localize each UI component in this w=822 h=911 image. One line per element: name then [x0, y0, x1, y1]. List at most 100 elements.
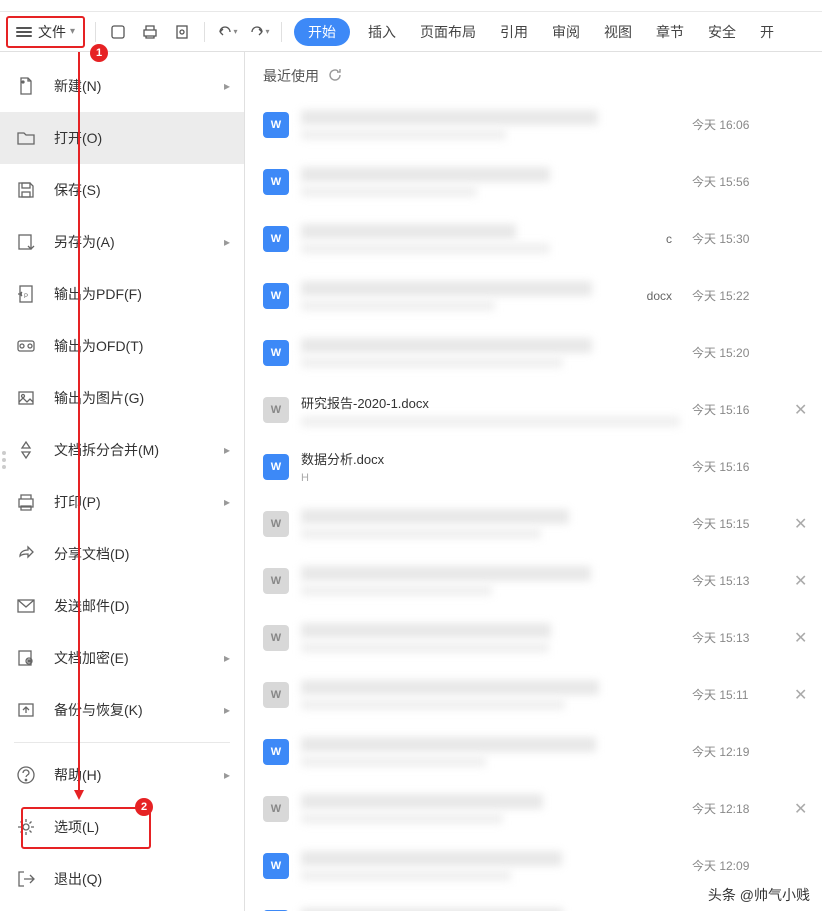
file-menu-button[interactable]: 文件 ▾ — [6, 16, 85, 48]
recent-file-row[interactable]: W今天 15:13✕ — [263, 609, 810, 666]
ofd-icon — [14, 334, 38, 358]
file-path-label — [301, 129, 506, 140]
svg-text:P: P — [24, 294, 28, 300]
ribbon-tab[interactable]: 章节 — [644, 18, 696, 46]
word-doc-icon: W — [263, 454, 289, 480]
backup-item[interactable]: 备份与恢复(K) ▸ — [0, 684, 244, 736]
send-mail-item[interactable]: 发送邮件(D) — [0, 580, 244, 632]
file-name-label: 研究报告-2020-1.docx — [301, 393, 680, 412]
word-doc-icon: W — [263, 169, 289, 195]
recent-file-row[interactable]: W今天 12:18✕ — [263, 780, 810, 837]
home-icon[interactable] — [106, 20, 130, 44]
recent-file-row[interactable]: W 今天 15:56 — [263, 153, 810, 210]
ribbon-tab-start[interactable]: 开始 — [294, 18, 350, 46]
exit-item[interactable]: 退出(Q) — [0, 853, 244, 905]
saveas-item[interactable]: 另存为(A)▸ — [0, 216, 244, 268]
chevron-right-icon: ▸ — [224, 235, 230, 249]
file-path-label — [301, 756, 486, 767]
ribbon-tab[interactable]: 视图 — [592, 18, 644, 46]
main-toolbar: 文件 ▾ ▾ ▾ 开始 插入页面布局引用审阅视图章节安全开 — [0, 12, 822, 52]
document-tabs-bar — [0, 0, 822, 12]
ribbon-tab[interactable]: 页面布局 — [408, 18, 488, 46]
menu-item-label: 备份与恢复(K) — [54, 700, 143, 720]
annotation-arrow-head — [74, 790, 84, 800]
file-name-label: 数据分析.docx — [301, 449, 680, 468]
save-item[interactable]: 保存(S) — [0, 164, 244, 216]
split-merge-item[interactable]: 文档拆分合并(M)▸ — [0, 424, 244, 476]
annotation-arrow-line — [78, 52, 80, 792]
lock-icon — [14, 646, 38, 670]
file-date-label: 今天 15:13 — [692, 572, 782, 589]
redo-icon[interactable]: ▾ — [247, 20, 271, 44]
file-plus-icon — [14, 74, 38, 98]
help-item[interactable]: 帮助(H)▸ — [0, 749, 244, 801]
file-menu-panel: 新建(N)▸打开(O)保存(S)另存为(A)▸P输出为PDF(F)输出为OFD(… — [0, 52, 245, 911]
ribbon-tab[interactable]: 引用 — [488, 18, 540, 46]
share-item[interactable]: 分享文档(D) — [0, 528, 244, 580]
export-pdf-item[interactable]: P输出为PDF(F) — [0, 268, 244, 320]
pdf-icon: P — [14, 282, 38, 306]
file-date-label: 今天 15:11 — [692, 686, 782, 703]
export-img-item[interactable]: 输出为图片(G) — [0, 372, 244, 424]
doc-icon: W — [263, 397, 289, 423]
chevron-down-icon: ▾ — [70, 26, 75, 37]
recent-file-row[interactable]: Wdocx今天 15:22 — [263, 267, 810, 324]
file-date-label: 今天 15:16 — [692, 458, 782, 475]
recent-file-row[interactable]: W今天 15:13✕ — [263, 552, 810, 609]
chevron-right-icon: ▸ — [224, 79, 230, 93]
print-quick-icon[interactable] — [138, 20, 162, 44]
ribbon-tab[interactable]: 审阅 — [540, 18, 592, 46]
recent-file-row[interactable]: W今天 15:15✕ — [263, 495, 810, 552]
recent-file-row[interactable]: W今天 12:19 — [263, 723, 810, 780]
print-item[interactable]: 打印(P)▸ — [0, 476, 244, 528]
doc-icon: W — [263, 796, 289, 822]
file-path-label — [301, 870, 511, 881]
refresh-icon[interactable] — [327, 67, 343, 86]
file-name-label — [301, 851, 562, 866]
doc-icon: W — [263, 625, 289, 651]
close-icon[interactable]: ✕ — [794, 685, 810, 705]
ribbon-tab[interactable]: 安全 — [696, 18, 748, 46]
file-name-label — [301, 680, 599, 695]
save-icon — [14, 178, 38, 202]
recent-file-row[interactable]: W今天 15:11✕ — [263, 666, 810, 723]
recent-file-row[interactable]: W数据分析.docxH今天 15:16 — [263, 438, 810, 495]
options-item[interactable]: 选项(L) — [0, 801, 244, 853]
close-icon[interactable]: ✕ — [794, 514, 810, 534]
chevron-right-icon: ▸ — [224, 703, 230, 717]
help-icon — [14, 763, 38, 787]
file-date-label: 今天 15:16 — [692, 401, 782, 418]
undo-icon[interactable]: ▾ — [215, 20, 239, 44]
recent-file-row[interactable]: W今天 16:06 — [263, 96, 810, 153]
chevron-right-icon: ▸ — [224, 443, 230, 457]
menu-item-label: 输出为图片(G) — [54, 388, 144, 408]
recent-file-row[interactable]: W今天 15:20 — [263, 324, 810, 381]
ribbon-tab[interactable]: 插入 — [356, 18, 408, 46]
print-icon — [14, 490, 38, 514]
file-date-label: 今天 15:20 — [692, 344, 782, 361]
recent-file-row[interactable]: W 研究报告-2020-1.docx 今天 15:16 ✕ — [263, 381, 810, 438]
file-name-label — [301, 110, 598, 125]
export-ofd-item[interactable]: 输出为OFD(T) — [0, 320, 244, 372]
close-icon[interactable]: ✕ — [794, 571, 810, 591]
recent-file-row[interactable]: Wc今天 15:30 — [263, 210, 810, 267]
file-name-label — [301, 908, 563, 911]
close-icon[interactable]: ✕ — [794, 400, 810, 420]
side-panel-handle[interactable] — [0, 440, 8, 480]
preview-icon[interactable] — [170, 20, 194, 44]
menu-item-label: 发送邮件(D) — [54, 596, 129, 616]
menu-divider — [14, 742, 230, 743]
file-date-label: 今天 15:56 — [692, 173, 782, 190]
close-icon[interactable]: ✕ — [794, 628, 810, 648]
share-icon — [14, 542, 38, 566]
callout-1: 1 — [90, 44, 108, 62]
open-item[interactable]: 打开(O) — [0, 112, 244, 164]
new-item[interactable]: 新建(N)▸ — [0, 60, 244, 112]
word-doc-icon: W — [263, 112, 289, 138]
encrypt-item[interactable]: 文档加密(E)▸ — [0, 632, 244, 684]
file-path-label — [301, 300, 495, 311]
ribbon-tab[interactable]: 开 — [748, 18, 786, 46]
file-name-label — [301, 224, 516, 239]
close-icon[interactable]: ✕ — [794, 799, 810, 819]
file-name-label — [301, 281, 592, 296]
